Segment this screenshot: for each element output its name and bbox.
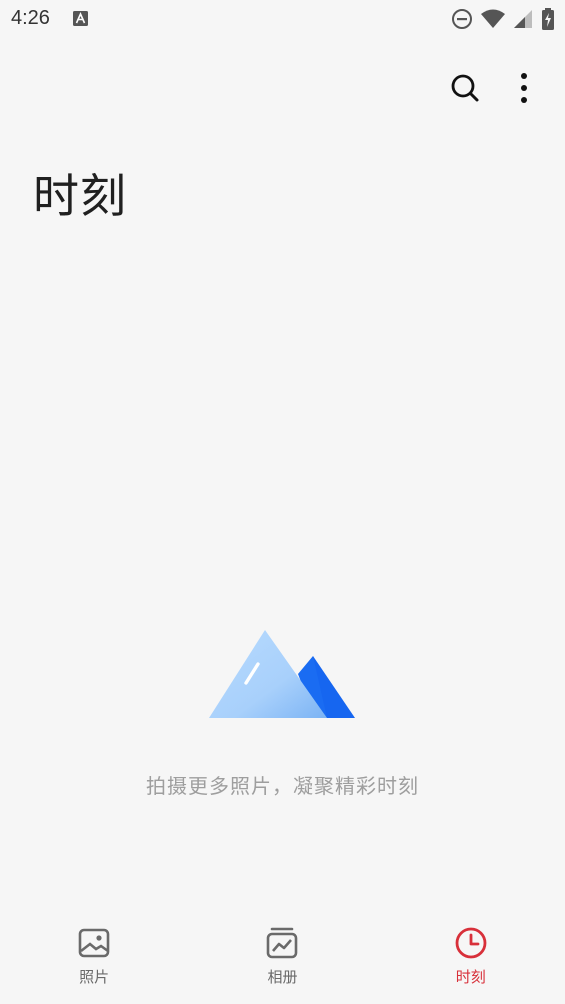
nav-label-albums: 相册 xyxy=(267,968,298,986)
wifi-icon xyxy=(481,9,505,28)
more-vertical-icon xyxy=(521,73,527,103)
bottom-navigation: 照片 相册 时刻 xyxy=(0,912,565,1004)
status-time: 4:26 xyxy=(11,7,50,29)
nav-label-photos: 照片 xyxy=(79,968,110,986)
a-notification-icon xyxy=(73,11,88,26)
photo-icon xyxy=(78,928,110,958)
status-bar: 4:26 xyxy=(0,0,565,38)
search-icon xyxy=(451,74,479,102)
battery-icon xyxy=(542,8,554,30)
album-icon xyxy=(267,927,298,959)
nav-label-moments: 时刻 xyxy=(455,968,486,986)
nav-item-moments[interactable]: 时刻 xyxy=(411,912,531,1002)
header-actions xyxy=(448,70,541,106)
search-button[interactable] xyxy=(448,70,482,106)
nav-item-albums[interactable]: 相册 xyxy=(222,912,342,1002)
empty-state-message: 拍摄更多照片，凝聚精彩时刻 xyxy=(146,774,419,798)
status-icons xyxy=(451,8,555,30)
do-not-disturb-icon xyxy=(452,9,472,29)
signal-icon xyxy=(514,10,532,28)
page-title: 时刻 xyxy=(33,169,127,223)
clock-icon xyxy=(455,927,487,959)
nav-item-photos[interactable]: 照片 xyxy=(34,912,154,1002)
mountain-icon xyxy=(209,630,355,718)
more-options-button[interactable] xyxy=(507,70,541,106)
